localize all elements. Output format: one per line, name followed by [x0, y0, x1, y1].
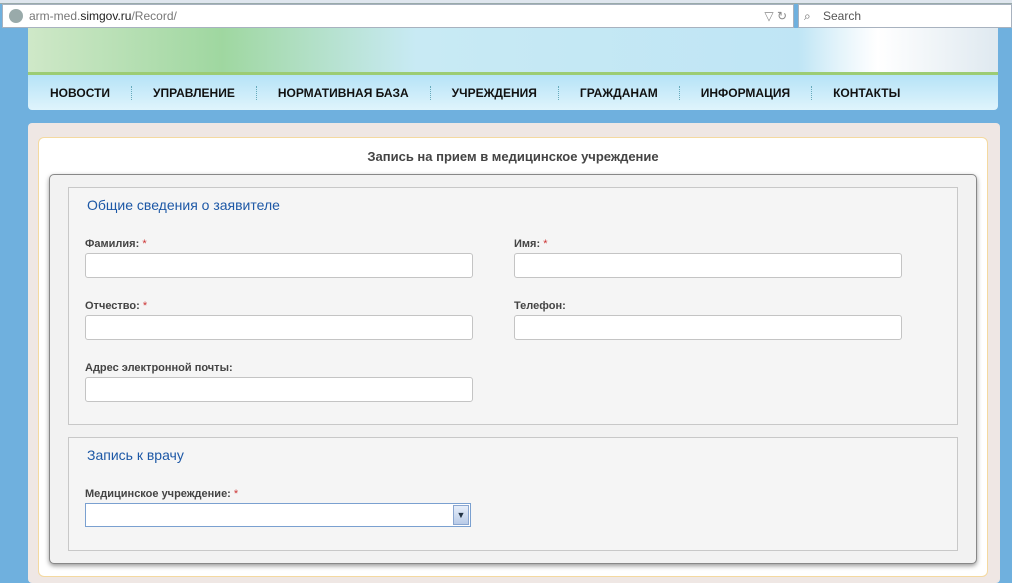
applicant-legend: Общие сведения о заявителе: [87, 197, 280, 213]
institution-select[interactable]: ▼: [85, 503, 471, 527]
reload-icon[interactable]: ▽ ↻: [764, 5, 787, 27]
globe-icon: [9, 9, 23, 23]
doctor-image: [798, 28, 998, 72]
search-box[interactable]: ⌕ Search: [798, 4, 1012, 28]
nav-institutions[interactable]: УЧРЕЖДЕНИЯ: [429, 85, 558, 100]
patronymic-label: Отчество: *: [85, 300, 148, 312]
email-label: Адрес электронной почты:: [85, 362, 233, 374]
nav-regulatory[interactable]: НОРМАТИВНАЯ БАЗА: [255, 85, 430, 100]
main-nav: НОВОСТИ УПРАВЛЕНИЕ НОРМАТИВНАЯ БАЗА УЧРЕ…: [28, 72, 998, 110]
page-title: Запись на прием в медицинское учреждение: [367, 149, 659, 164]
content-panel: Запись на прием в медицинское учреждение…: [28, 123, 1000, 583]
surname-label: Фамилия: *: [85, 238, 147, 250]
url-domain: simgov.ru: [80, 9, 132, 23]
url-path: /Record/: [131, 9, 177, 23]
name-input[interactable]: [514, 253, 902, 278]
patronymic-input[interactable]: [85, 315, 473, 340]
phone-input[interactable]: [514, 315, 902, 340]
search-placeholder: Search: [823, 9, 862, 23]
site-banner: [28, 28, 998, 72]
chevron-down-icon[interactable]: ▼: [453, 505, 469, 525]
nav-info[interactable]: ИНФОРМАЦИЯ: [678, 85, 811, 100]
nav-citizens[interactable]: ГРАЖДАНАМ: [557, 85, 679, 100]
nav-news[interactable]: НОВОСТИ: [50, 86, 131, 100]
phone-label: Телефон:: [514, 300, 566, 312]
url-prefix: arm-med.: [29, 9, 81, 23]
search-icon: ⌕: [804, 9, 811, 23]
content-card: Запись на прием в медицинское учреждение…: [38, 137, 988, 577]
record-form: Общие сведения о заявителе Фамилия: * Им…: [49, 174, 977, 564]
nav-management[interactable]: УПРАВЛЕНИЕ: [131, 85, 256, 100]
email-input[interactable]: [85, 377, 473, 402]
doctor-legend: Запись к врачу: [87, 447, 184, 463]
institution-label: Медицинское учреждение: *: [85, 488, 239, 500]
name-label: Имя: *: [514, 238, 548, 250]
nav-contacts[interactable]: КОНТАКТЫ: [811, 85, 921, 100]
doctor-fieldset: Запись к врачу Медицинское учреждение: *…: [68, 437, 958, 551]
address-bar[interactable]: arm-med.simgov.ru/Record/ ▽ ↻: [2, 4, 794, 28]
applicant-fieldset: Общие сведения о заявителе Фамилия: * Им…: [68, 187, 958, 425]
surname-input[interactable]: [85, 253, 473, 278]
